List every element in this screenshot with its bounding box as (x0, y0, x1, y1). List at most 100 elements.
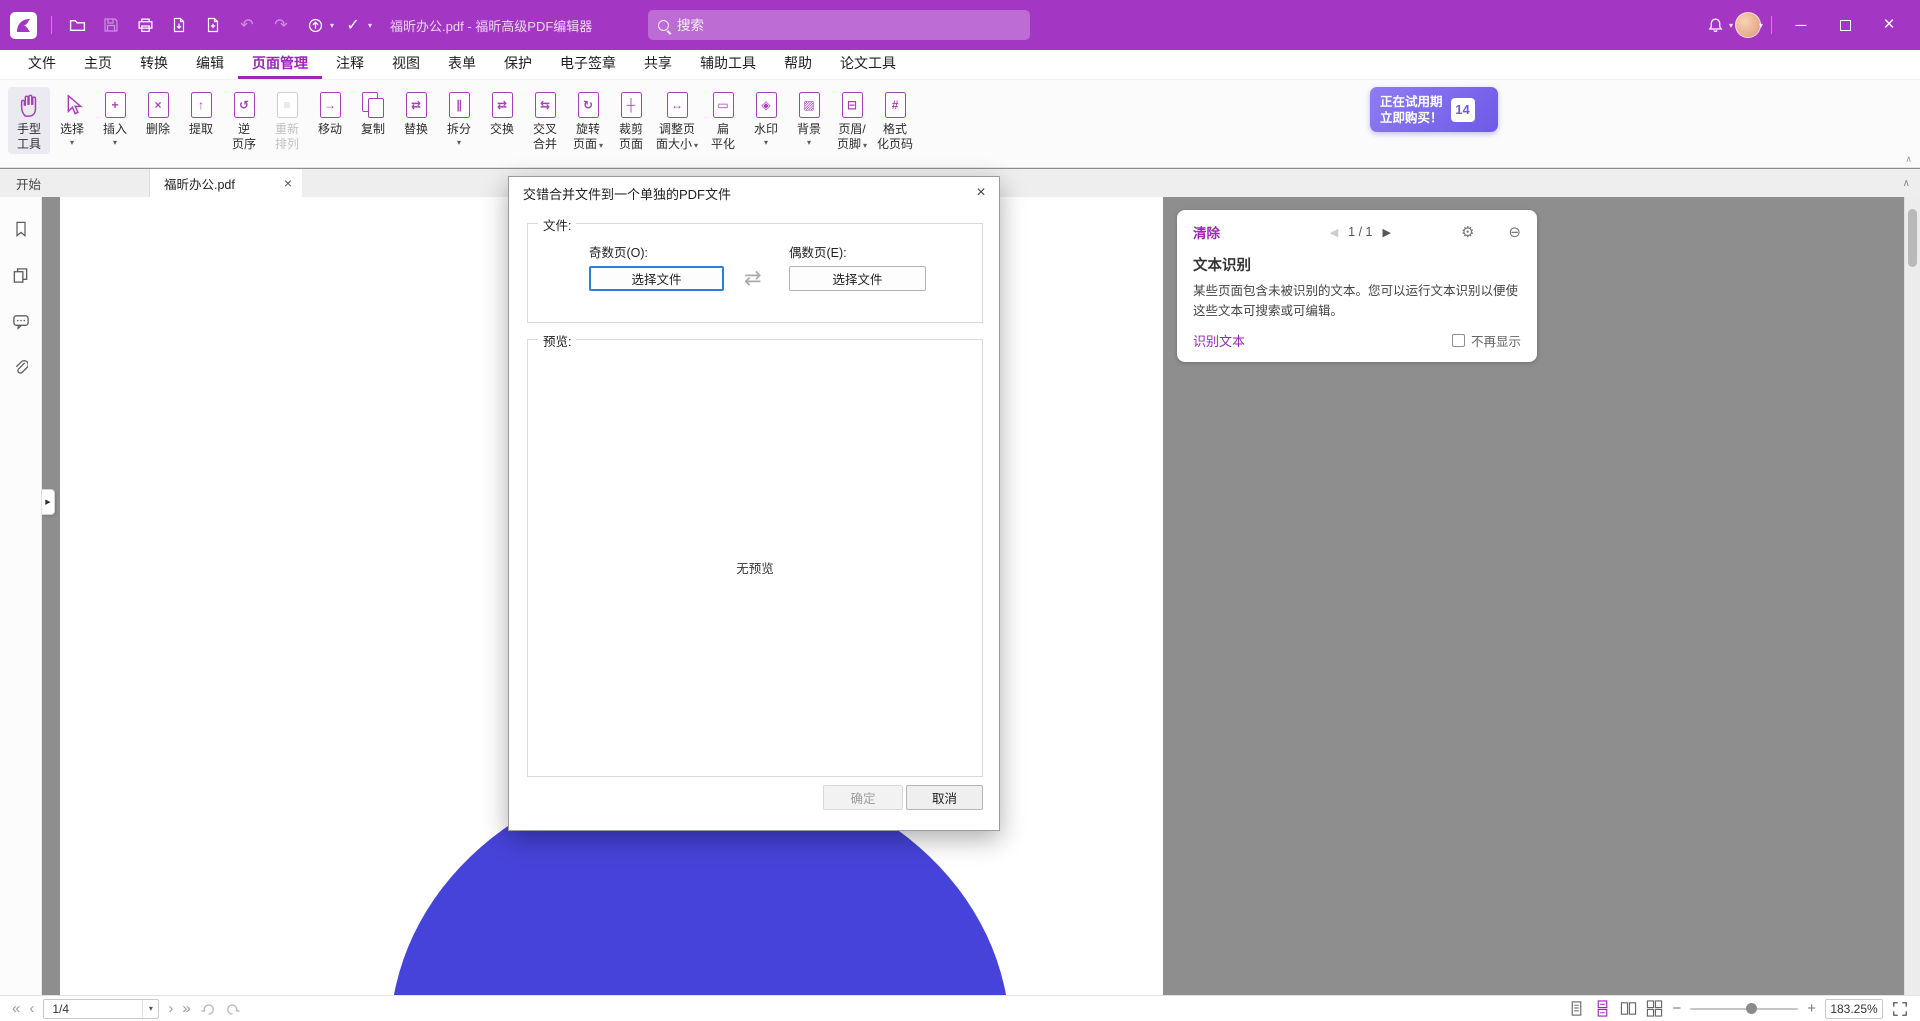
ribbon-tool-move[interactable]: → 移动 (309, 87, 351, 139)
gear-icon[interactable]: ⚙ (1461, 223, 1474, 241)
menu-thesis-tools[interactable]: 论文工具 (826, 50, 910, 79)
zoom-in-icon[interactable]: + (1807, 1000, 1816, 1017)
menu-comment[interactable]: 注释 (322, 50, 378, 79)
redo-icon[interactable]: ↷ (266, 10, 296, 40)
open-file-icon[interactable] (62, 10, 92, 40)
page-thumbnails-panel-icon[interactable] (11, 265, 31, 285)
fullscreen-icon[interactable] (1892, 1001, 1908, 1017)
ribbon-tool-header-footer[interactable]: ⊟ 页眉/ 页脚▾ (831, 87, 873, 155)
zoom-slider-thumb[interactable] (1746, 1003, 1757, 1014)
dropdown-arrow-icon[interactable]: ▾ (1729, 21, 1733, 30)
ribbon-tool-format-page-numbers[interactable]: # 格式 化页码 (874, 87, 916, 154)
ribbon-tool-copy[interactable]: 复制 (352, 87, 394, 139)
ribbon-tool-swap[interactable]: ⇄ 交换 (481, 87, 523, 139)
maximize-button[interactable] (1824, 8, 1866, 42)
print-icon[interactable] (130, 10, 160, 40)
close-window-button[interactable]: × (1868, 8, 1910, 42)
foxit-logo[interactable] (10, 12, 37, 39)
ribbon-tool-rotate-pages[interactable]: ↻ 旋转 页面▾ (567, 87, 609, 155)
trial-buy-banner[interactable]: 正在试用期 立即购买！ 14 (1370, 87, 1498, 132)
ribbon-tool-flatten[interactable]: ▭ 扁 平化 (702, 87, 744, 154)
next-notification-icon[interactable]: ▶ (1383, 226, 1391, 239)
ribbon-tool-select[interactable]: 选择 ▾ (51, 87, 93, 149)
select-odd-file-button[interactable]: 选择文件 (589, 266, 724, 291)
previous-view-icon[interactable] (200, 1001, 216, 1017)
global-search[interactable] (648, 10, 1030, 40)
collapse-panel-icon[interactable]: ⊖ (1508, 223, 1521, 241)
next-view-icon[interactable] (225, 1001, 241, 1017)
ribbon-tool-delete[interactable]: × 删除 (137, 87, 179, 139)
create-pdf-icon[interactable] (198, 10, 228, 40)
tab-document[interactable]: 福昕办公.pdf × (150, 169, 302, 197)
minimize-button[interactable]: ─ (1780, 8, 1822, 42)
menu-esign[interactable]: 电子签章 (546, 50, 630, 79)
menu-page-management[interactable]: 页面管理 (238, 50, 322, 79)
vertical-scrollbar[interactable] (1904, 197, 1920, 995)
menu-convert[interactable]: 转换 (126, 50, 182, 79)
menu-view[interactable]: 视图 (378, 50, 434, 79)
zoom-level-input[interactable]: 183.25% (1825, 999, 1883, 1019)
prev-notification-icon[interactable]: ◀ (1330, 226, 1338, 239)
previous-page-icon[interactable]: ‹ (29, 1001, 34, 1016)
single-page-view-icon[interactable] (1568, 1000, 1585, 1017)
ribbon-tool-interleave-merge[interactable]: ⇆ 交叉 合并 (524, 87, 566, 154)
dropdown-arrow-icon[interactable]: ▾ (142, 1000, 158, 1018)
ribbon-tool-resize-pages[interactable]: ↔ 调整页 面大小▾ (653, 87, 701, 155)
ribbon-tool-reverse-order[interactable]: ↺ 逆 页序 (223, 87, 265, 154)
menu-accessibility[interactable]: 辅助工具 (686, 50, 770, 79)
ribbon-tool-split[interactable]: ∥ 拆分 ▾ (438, 87, 480, 149)
tab-start[interactable]: 开始 (0, 169, 150, 197)
ribbon-tool-rearrange[interactable]: ≡ 重新 排列 (266, 87, 308, 154)
user-avatar[interactable] (1735, 12, 1761, 38)
save-icon[interactable] (96, 10, 126, 40)
ribbon-tool-crop-pages[interactable]: ┼ 裁剪 页面 (610, 87, 652, 154)
undo-icon[interactable]: ↶ (232, 10, 262, 40)
clear-link[interactable]: 清除 (1193, 222, 1220, 242)
chevron-up-icon[interactable]: ∧ (1903, 178, 1910, 189)
export-pdf-icon[interactable] (164, 10, 194, 40)
menu-home[interactable]: 主页 (70, 50, 126, 79)
bookmarks-panel-icon[interactable] (11, 219, 31, 239)
collapse-ribbon-icon[interactable]: ∧ (1905, 154, 1912, 165)
next-page-icon[interactable]: › (168, 1001, 173, 1016)
close-dialog-button[interactable]: × (969, 182, 993, 204)
ok-button[interactable]: 确定 (823, 785, 903, 810)
facing-view-icon[interactable] (1620, 1000, 1637, 1017)
menu-edit[interactable]: 编辑 (182, 50, 238, 79)
dropdown-arrow-icon[interactable]: ▾ (1759, 21, 1763, 30)
scrollbar-thumb[interactable] (1908, 209, 1917, 267)
ribbon-tool-insert[interactable]: + 插入 ▾ (94, 87, 136, 149)
menu-help[interactable]: 帮助 (770, 50, 826, 79)
quick-share-icon[interactable] (300, 10, 330, 40)
notifications-bell-icon[interactable] (1701, 10, 1731, 40)
menu-protect[interactable]: 保护 (490, 50, 546, 79)
ribbon-tool-hand[interactable]: 手型 工具 (8, 87, 50, 154)
swap-files-icon[interactable]: ⇄ (744, 266, 762, 291)
continuous-view-icon[interactable] (1594, 1000, 1611, 1017)
verify-check-icon[interactable]: ✓ (338, 10, 368, 40)
attachments-panel-icon[interactable] (11, 357, 31, 377)
last-page-icon[interactable]: » (182, 1001, 190, 1016)
ribbon-tool-replace[interactable]: ⇄ 替换 (395, 87, 437, 139)
ribbon-tool-extract[interactable]: ↑ 提取 (180, 87, 222, 139)
ribbon-tool-background[interactable]: ▨ 背景 ▾ (788, 87, 830, 149)
dropdown-arrow-icon[interactable]: ▾ (368, 21, 372, 30)
select-even-file-button[interactable]: 选择文件 (789, 266, 926, 291)
page-number-input[interactable]: 1/4 ▾ (43, 999, 159, 1019)
recognize-text-link[interactable]: 识别文本 (1193, 331, 1245, 350)
zoom-slider[interactable] (1690, 1002, 1798, 1016)
search-input[interactable] (677, 18, 1020, 33)
first-page-icon[interactable]: « (12, 1001, 20, 1016)
comments-panel-icon[interactable] (11, 311, 31, 331)
sidebar-expand-handle[interactable]: ▶ (42, 489, 55, 515)
cancel-button[interactable]: 取消 (906, 785, 983, 810)
close-tab-icon[interactable]: × (284, 176, 292, 190)
ribbon-tool-watermark[interactable]: ◈ 水印 ▾ (745, 87, 787, 149)
menu-file[interactable]: 文件 (14, 50, 70, 79)
menu-share[interactable]: 共享 (630, 50, 686, 79)
dropdown-arrow-icon[interactable]: ▾ (330, 21, 334, 30)
zoom-slider-track[interactable] (1690, 1008, 1798, 1011)
continuous-facing-view-icon[interactable] (1646, 1000, 1663, 1017)
menu-form[interactable]: 表单 (434, 50, 490, 79)
zoom-out-icon[interactable]: − (1672, 1000, 1681, 1017)
